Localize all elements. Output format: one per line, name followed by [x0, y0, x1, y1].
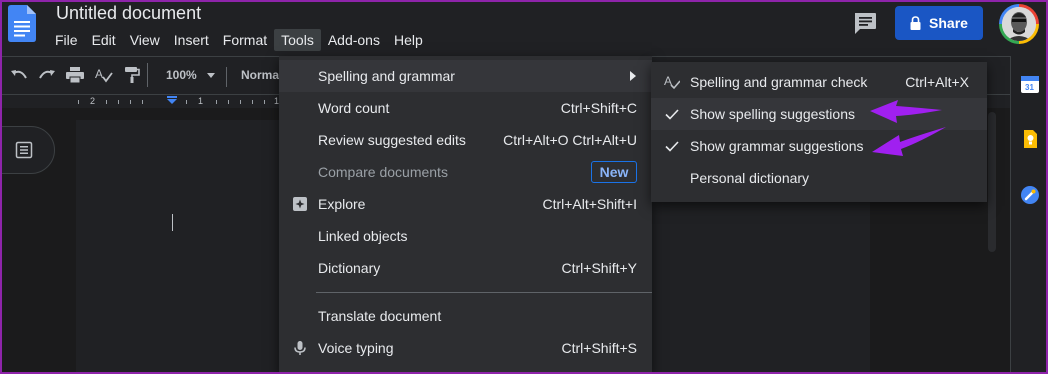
- outline-icon: [15, 141, 32, 159]
- ruler-number: 1: [198, 96, 204, 106]
- zoom-select[interactable]: 100%: [166, 68, 197, 82]
- submenu-item-label: Personal dictionary: [690, 170, 810, 186]
- google-docs-logo[interactable]: [8, 5, 36, 42]
- ruler-tick: [142, 100, 143, 104]
- menu-item-voice-typing[interactable]: Voice typing Ctrl+Shift+S: [279, 332, 652, 364]
- tasks-icon[interactable]: [1020, 185, 1040, 205]
- menu-item-translate-document[interactable]: Translate document: [279, 300, 652, 332]
- submenu-item-show-spelling-suggestions[interactable]: Show spelling suggestions: [651, 98, 987, 130]
- ruler-tick: [216, 100, 217, 104]
- ruler-tick: [118, 100, 119, 104]
- menu-item-label: Review suggested edits: [318, 132, 466, 148]
- menu-item-spelling-and-grammar[interactable]: Spelling and grammar: [279, 60, 652, 92]
- submenu-item-spelling-and-grammar-check[interactable]: A Spelling and grammar check Ctrl+Alt+X: [651, 66, 987, 98]
- menu-item-explore[interactable]: Explore Ctrl+Alt+Shift+I: [279, 188, 652, 220]
- ruler-tick: [78, 100, 79, 104]
- menu-item-label: Explore: [318, 196, 366, 212]
- new-badge: New: [591, 161, 637, 183]
- menu-view[interactable]: View: [123, 29, 167, 51]
- ruler-number: 2: [90, 96, 96, 106]
- undo-icon[interactable]: [10, 68, 28, 82]
- user-photo-icon: [1002, 7, 1036, 41]
- ruler-tick: [106, 100, 107, 104]
- side-panel-rail: 31: [1010, 56, 1048, 374]
- svg-text:A: A: [95, 67, 103, 81]
- menu-item-shortcut: Ctrl+Shift+C: [560, 100, 637, 116]
- menu-item-linked-objects[interactable]: Linked objects: [279, 220, 652, 252]
- menu-item-shortcut: Ctrl+Shift+Y: [561, 260, 637, 276]
- menu-item-compare-documents[interactable]: Compare documents New: [279, 156, 652, 188]
- menu-bar: File Edit View Insert Format Tools Add-o…: [48, 29, 430, 51]
- menu-help[interactable]: Help: [387, 29, 430, 51]
- share-button[interactable]: Share: [895, 6, 983, 40]
- ruler-strip: 2 1 1: [76, 96, 296, 107]
- comments-icon[interactable]: [852, 11, 878, 35]
- menu-item-label: Word count: [318, 100, 390, 116]
- menu-item-review-suggested-edits[interactable]: Review suggested edits Ctrl+Alt+O Ctrl+A…: [279, 124, 652, 156]
- print-icon[interactable]: [66, 67, 84, 83]
- lock-icon: [910, 16, 921, 30]
- chevron-down-icon[interactable]: [207, 73, 215, 78]
- menu-item-label: Translate document: [318, 308, 442, 324]
- app-header: Untitled document File Edit View Insert …: [0, 0, 1048, 56]
- ruler-tick: [252, 100, 253, 104]
- submenu-arrow-icon: [630, 71, 636, 81]
- avatar[interactable]: [999, 4, 1039, 44]
- spellcheck-icon[interactable]: A: [95, 67, 113, 83]
- menu-item-label: Dictionary: [318, 260, 381, 276]
- tools-menu: Spelling and grammar Word count Ctrl+Shi…: [279, 56, 652, 374]
- menu-separator: [316, 292, 652, 293]
- menu-tools[interactable]: Tools: [274, 29, 321, 51]
- svg-text:31: 31: [1025, 83, 1034, 92]
- menu-format[interactable]: Format: [216, 29, 274, 51]
- menu-item-shortcut: Ctrl+Alt+O Ctrl+Alt+U: [503, 132, 637, 148]
- menu-edit[interactable]: Edit: [85, 29, 123, 51]
- style-select[interactable]: Normal: [241, 68, 282, 82]
- microphone-icon: [294, 341, 306, 355]
- text-cursor: [172, 214, 173, 231]
- document-title[interactable]: Untitled document: [56, 3, 201, 24]
- ruler-tick: [240, 100, 241, 104]
- submenu-item-label: Spelling and grammar check: [690, 74, 868, 90]
- menu-insert[interactable]: Insert: [167, 29, 216, 51]
- redo-icon[interactable]: [38, 68, 56, 82]
- checkmark-icon: [665, 141, 679, 152]
- menu-item-shortcut: Ctrl+Shift+S: [561, 340, 637, 356]
- submenu-item-label: Show spelling suggestions: [690, 106, 855, 122]
- scrollbar[interactable]: [988, 112, 996, 252]
- explore-icon: [293, 197, 307, 211]
- menu-item-word-count[interactable]: Word count Ctrl+Shift+C: [279, 92, 652, 124]
- menu-item-dictionary[interactable]: Dictionary Ctrl+Shift+Y: [279, 252, 652, 284]
- ruler-tick: [228, 100, 229, 104]
- spellcheck-icon: A: [664, 74, 680, 90]
- ruler-tick: [186, 100, 187, 104]
- paint-format-icon[interactable]: [124, 66, 140, 84]
- menu-item-label: Spelling and grammar: [318, 68, 455, 84]
- keep-icon[interactable]: [1020, 129, 1040, 149]
- submenu-item-show-grammar-suggestions[interactable]: Show grammar suggestions: [651, 130, 987, 162]
- menu-addons[interactable]: Add-ons: [321, 29, 387, 51]
- submenu-item-shortcut: Ctrl+Alt+X: [905, 74, 969, 90]
- document-outline-button[interactable]: [0, 126, 55, 174]
- toolbar-separator: [226, 67, 227, 87]
- toolbar-separator: [147, 63, 148, 87]
- menu-item-label: Linked objects: [318, 228, 408, 244]
- menu-item-shortcut: Ctrl+Alt+Shift+I: [542, 196, 637, 212]
- menu-file[interactable]: File: [48, 29, 85, 51]
- ruler-tick: [130, 100, 131, 104]
- menu-item-label: Voice typing: [318, 340, 394, 356]
- calendar-icon[interactable]: 31: [1020, 74, 1040, 94]
- indent-marker-icon[interactable]: [167, 96, 177, 104]
- spelling-submenu: A Spelling and grammar check Ctrl+Alt+X …: [651, 62, 987, 202]
- submenu-item-personal-dictionary[interactable]: Personal dictionary: [651, 162, 987, 194]
- checkmark-icon: [665, 109, 679, 120]
- share-label: Share: [929, 15, 968, 31]
- ruler-tick: [264, 100, 265, 104]
- menu-item-label: Compare documents: [318, 164, 448, 180]
- submenu-item-label: Show grammar suggestions: [690, 138, 864, 154]
